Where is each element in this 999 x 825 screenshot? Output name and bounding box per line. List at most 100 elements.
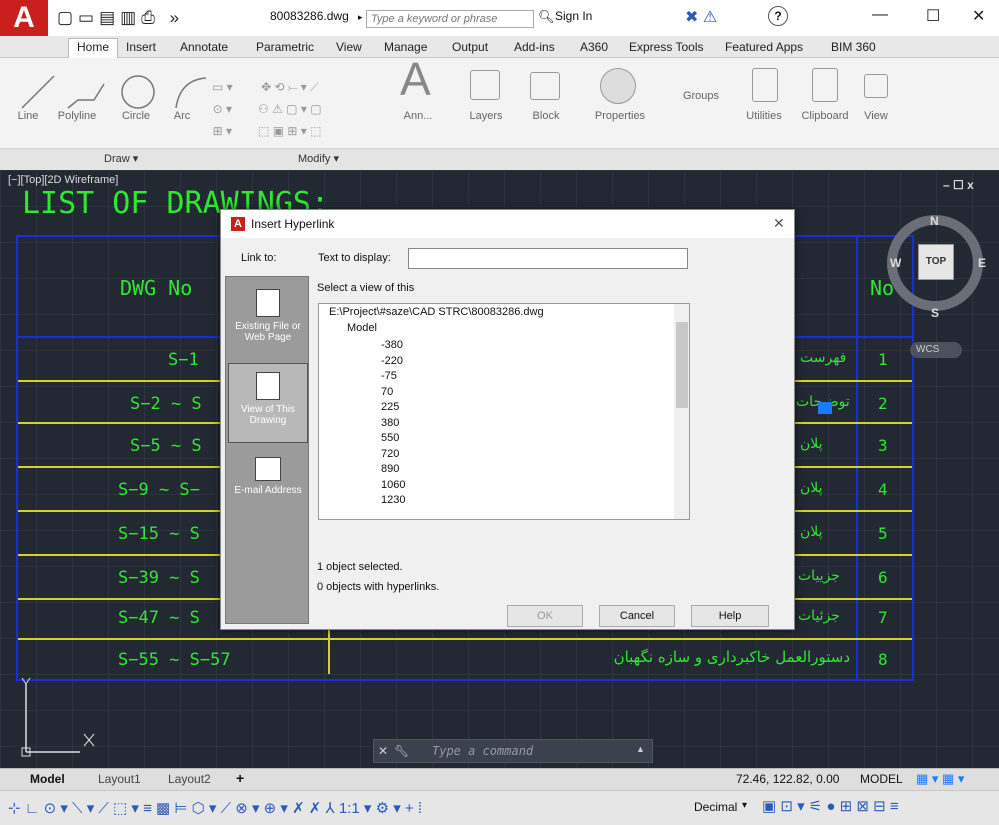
viewcube-top[interactable]: TOP — [918, 244, 954, 280]
envelope-icon — [255, 457, 281, 481]
line-tool[interactable]: Line — [8, 110, 48, 122]
selection-grip[interactable] — [818, 402, 832, 414]
draw-small-icons[interactable]: ▭ ▾ ⊙ ▾ ⊞ ▾ — [212, 76, 233, 142]
units-dropdown[interactable]: Decimal — [694, 800, 737, 814]
ok-button[interactable]: OK — [507, 605, 583, 627]
modify-small-icons[interactable]: ✥ ⟲ ⤚ ▾ ⟋ ⚇ ⚠ ▢ ▾ ▢ ⬚ ▣ ⊞ ▾ ⬚ — [258, 76, 322, 142]
minimize-button[interactable]: — — [872, 6, 888, 24]
modify-panel-title[interactable]: Modify ▾ — [298, 152, 339, 165]
drafting-tool-icons[interactable]: ⊹ ∟ ⊙ ▾ ⟍ ▾ ⟋ ⬚ ▾ ≡ ▩ ⊨ ⬡ ▾ ⟋ ⊗ ▾ ⊕ ▾ ✗ … — [8, 799, 688, 817]
arc-tool[interactable]: Arc — [162, 110, 202, 122]
properties-button[interactable]: Properties — [594, 110, 646, 122]
view-item[interactable]: -380 — [381, 338, 441, 354]
search-input[interactable]: Type a keyword or phrase — [366, 10, 534, 28]
view-item[interactable]: 550 — [381, 431, 441, 447]
layers-button[interactable]: Layers — [462, 110, 510, 122]
add-layout-button[interactable]: + — [236, 770, 244, 786]
tab-layout2[interactable]: Layout2 — [168, 772, 211, 786]
row-dwg: S−47 ~ S — [118, 608, 200, 628]
tab-layout1[interactable]: Layout1 — [98, 772, 141, 786]
tab-model[interactable]: Model — [30, 772, 65, 786]
compass-n[interactable]: N — [930, 214, 939, 228]
draw-panel-title[interactable]: Draw ▾ — [104, 152, 138, 165]
scrollbar-thumb[interactable] — [676, 322, 688, 408]
annotation-icon[interactable]: A — [400, 52, 431, 106]
command-line[interactable]: ✕ 🔧︎ Type a command ▲ — [373, 739, 653, 763]
compass-w[interactable]: W — [890, 256, 901, 270]
block-button[interactable]: Block — [524, 110, 568, 122]
workspace-icons[interactable]: ▣ ⊡ ▾ ⚟ ● ⊞ ⊠ ⊟ ≡ — [762, 797, 899, 815]
panel-titles: Draw ▾ Modify ▾ — [0, 148, 999, 170]
viewport-label[interactable]: [−][Top][2D Wireframe] — [8, 174, 118, 186]
nav-label: View of This Drawing — [240, 404, 296, 426]
units-chevron-icon[interactable]: ▾ — [742, 800, 747, 811]
maximize-button[interactable]: ☐ — [926, 6, 940, 26]
tab-view[interactable]: View — [336, 40, 362, 54]
polyline-tool[interactable]: Polyline — [52, 110, 102, 122]
help-button[interactable]: Help — [691, 605, 769, 627]
clipboard-button[interactable]: Clipboard — [796, 110, 854, 122]
view-item[interactable]: 1060 — [381, 478, 441, 494]
row-dwg: S−39 ~ S — [118, 568, 200, 588]
close-button[interactable]: ✕ — [972, 6, 985, 26]
row-dwg: S−55 ~ S−57 — [118, 650, 231, 670]
nav-view-of-drawing[interactable]: View of This Drawing — [228, 363, 308, 443]
wrench-icon[interactable]: 🔧︎ — [394, 744, 409, 758]
model-space-button[interactable]: MODEL — [860, 772, 903, 786]
tab-annotate[interactable]: Annotate — [180, 40, 228, 54]
utilities-button[interactable]: Utilities — [736, 110, 792, 122]
tab-a360[interactable]: A360 — [580, 40, 608, 54]
autocad-logo[interactable]: A — [0, 0, 48, 36]
wcs-menu[interactable]: WCS — [910, 342, 962, 358]
compass-e[interactable]: E — [978, 256, 986, 270]
tab-bim-360[interactable]: BIM 360 — [831, 40, 876, 54]
view-item[interactable]: 1230 — [381, 493, 441, 509]
tree-model[interactable]: Model — [347, 322, 377, 334]
view-item[interactable]: -220 — [381, 354, 441, 370]
view-button[interactable]: View — [856, 110, 896, 122]
cancel-button[interactable]: Cancel — [599, 605, 675, 627]
grid-icon[interactable]: ▦ ▾ ▦ ▾ — [916, 771, 964, 787]
binoculars-icon[interactable]: 🔍︎ — [538, 9, 555, 25]
layers-icon[interactable] — [470, 70, 500, 100]
tree-scrollbar[interactable] — [674, 304, 689, 519]
arrow-icon[interactable]: ▸ — [358, 12, 363, 23]
view-item[interactable]: -75 — [381, 369, 441, 385]
view-item[interactable]: 380 — [381, 416, 441, 432]
exchange-icon[interactable]: ✖ ⚠ — [685, 7, 717, 27]
nav-email-address[interactable]: E-mail Address — [228, 447, 308, 517]
tab-parametric[interactable]: Parametric — [256, 40, 314, 54]
view-item[interactable]: 70 — [381, 385, 441, 401]
help-icon[interactable]: ? — [768, 6, 788, 26]
tab-insert[interactable]: Insert — [126, 40, 156, 54]
close-icon[interactable]: ✕ — [378, 744, 388, 758]
properties-icon[interactable] — [600, 68, 636, 104]
view-item[interactable]: 720 — [381, 447, 441, 463]
dialog-close-button[interactable]: ✕ — [773, 215, 785, 232]
tab-featured-apps[interactable]: Featured Apps — [725, 40, 803, 54]
utilities-icon[interactable] — [752, 68, 778, 102]
tab-add-ins[interactable]: Add-ins — [514, 40, 555, 54]
text-to-display-input[interactable] — [408, 248, 688, 269]
viewport-controls[interactable]: – ☐ x — [943, 178, 974, 192]
groups-button[interactable]: Groups — [677, 90, 725, 102]
tab-home[interactable]: Home — [68, 38, 119, 58]
command-input[interactable]: Type a command — [432, 744, 533, 758]
view-icon[interactable] — [864, 74, 888, 98]
tree-root[interactable]: E:\Project\#saze\CAD STRC\80083286.dwg — [329, 306, 544, 318]
command-history-icon[interactable]: ▲ — [636, 744, 645, 754]
view-item[interactable]: 890 — [381, 462, 441, 478]
row-dwg: S−1 — [168, 350, 199, 370]
view-item[interactable]: 225 — [381, 400, 441, 416]
annotation-button[interactable]: Ann... — [396, 110, 440, 122]
nav-existing-file[interactable]: Existing File or Web Page — [228, 281, 308, 361]
compass-s[interactable]: S — [931, 306, 939, 320]
clipboard-icon[interactable] — [812, 68, 838, 102]
tab-express-tools[interactable]: Express Tools — [629, 40, 703, 54]
block-icon[interactable] — [530, 72, 560, 100]
circle-tool[interactable]: Circle — [116, 110, 156, 122]
tab-output[interactable]: Output — [452, 40, 488, 54]
quick-access-toolbar[interactable]: ▢▭▤▥⎙ » — [57, 8, 184, 28]
sign-in-button[interactable]: Sign In — [555, 9, 592, 23]
views-tree[interactable]: E:\Project\#saze\CAD STRC\80083286.dwg M… — [318, 303, 690, 520]
